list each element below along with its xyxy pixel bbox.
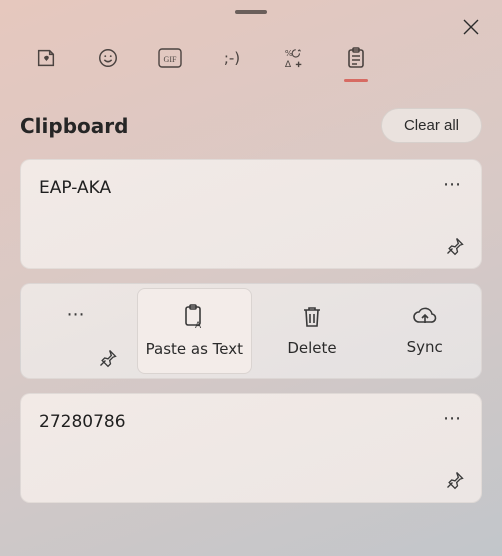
paste-text-icon: A: [182, 304, 206, 330]
paste-as-text-button[interactable]: A Paste as Text: [137, 288, 252, 374]
tab-clipboard[interactable]: [340, 42, 372, 74]
item-pin-button[interactable]: [98, 348, 118, 368]
gif-icon: GIF: [158, 48, 182, 68]
item-more-button[interactable]: ⋯: [443, 174, 463, 195]
trash-icon: [301, 305, 323, 329]
tab-emoji[interactable]: [92, 42, 124, 74]
clipboard-item[interactable]: EAP-AKA ⋯: [20, 159, 482, 269]
action-label: Delete: [287, 339, 336, 357]
close-button[interactable]: [456, 12, 486, 42]
tab-stickers[interactable]: [30, 42, 62, 74]
kaomoji-icon: ;-): [224, 49, 240, 67]
svg-text:A: A: [195, 321, 202, 330]
tab-symbols[interactable]: % Δ: [278, 42, 310, 74]
clipboard-item-text: EAP-AKA: [39, 178, 463, 198]
item-collapsed-preview[interactable]: ⋯: [21, 284, 133, 378]
symbols-icon: % Δ: [283, 47, 305, 69]
item-actions-row: ⋯ A Paste as Text Delete: [20, 283, 482, 379]
pin-icon: [98, 348, 118, 368]
svg-text:GIF: GIF: [164, 55, 177, 64]
section-header: Clipboard Clear all: [20, 108, 482, 143]
clipboard-item-text: 27280786: [39, 412, 463, 432]
clipboard-icon: [346, 47, 366, 69]
sticker-icon: [35, 47, 57, 69]
item-pin-button[interactable]: [445, 470, 465, 490]
svg-text:Δ: Δ: [285, 59, 292, 69]
section-title: Clipboard: [20, 114, 128, 138]
item-more-button[interactable]: ⋯: [67, 304, 87, 325]
sync-button[interactable]: Sync: [368, 284, 481, 378]
delete-button[interactable]: Delete: [256, 284, 369, 378]
item-more-button[interactable]: ⋯: [443, 408, 463, 429]
pin-icon: [445, 236, 465, 256]
clear-all-button[interactable]: Clear all: [381, 108, 482, 143]
clipboard-item[interactable]: 27280786 ⋯: [20, 393, 482, 503]
tab-gif[interactable]: GIF: [154, 42, 186, 74]
emoji-icon: [97, 47, 119, 69]
close-icon: [463, 19, 479, 35]
drag-handle[interactable]: [20, 0, 482, 14]
item-pin-button[interactable]: [445, 236, 465, 256]
category-tabs: GIF ;-) % Δ: [20, 14, 482, 84]
pin-icon: [445, 470, 465, 490]
input-panel: GIF ;-) % Δ Clipboard Clear all EAP-A: [0, 0, 502, 556]
cloud-sync-icon: [411, 306, 439, 328]
action-label: Paste as Text: [146, 340, 243, 358]
action-label: Sync: [407, 338, 443, 356]
tab-kaomoji[interactable]: ;-): [216, 42, 248, 74]
